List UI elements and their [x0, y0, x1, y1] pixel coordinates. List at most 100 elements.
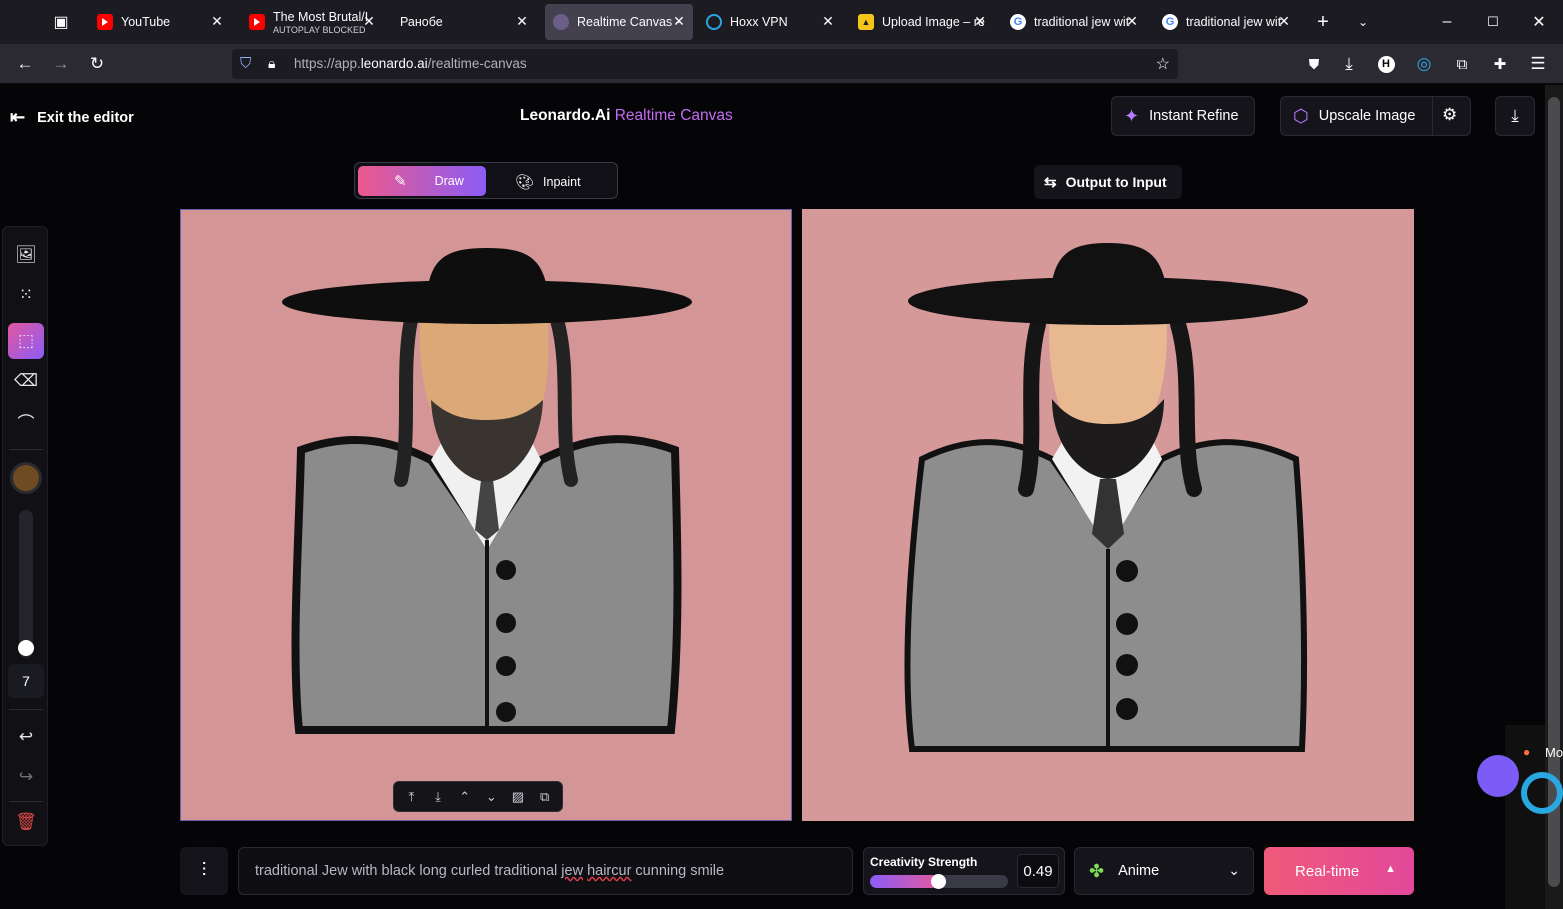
divider	[9, 801, 43, 802]
menu-icon[interactable]: ☰	[1528, 54, 1548, 74]
back-icon[interactable]: ←	[15, 54, 35, 74]
new-tab-icon[interactable]: +	[1313, 11, 1333, 33]
redo-button[interactable]: ↪	[8, 759, 44, 795]
prompt-input[interactable]: traditional Jew with black long curled t…	[238, 847, 853, 895]
browser-tab[interactable]: G traditional jew wit ✕	[1154, 4, 1298, 40]
exit-editor-button[interactable]: ⇤ Exit the editor	[10, 107, 134, 128]
realtime-button[interactable]: Real-time ▲	[1264, 847, 1414, 895]
close-window-icon[interactable]: ✕	[1529, 12, 1549, 32]
output-to-input-button[interactable]: ⇆ Output to Input	[1034, 165, 1182, 199]
undo-icon: ↩	[18, 727, 34, 746]
bring-to-front-icon[interactable]: ⤒	[400, 786, 422, 808]
lock-icon[interactable]: 🔒︎	[268, 55, 275, 72]
downloads-icon[interactable]: ⤓	[1339, 54, 1359, 74]
mode-toggle: ✎ Draw 🎨︎ Inpaint	[354, 162, 618, 199]
send-to-back-icon[interactable]: ⤓	[427, 786, 449, 808]
instant-refine-button[interactable]: ✦ Instant Refine	[1111, 96, 1255, 136]
brush-color-picker[interactable]	[10, 462, 42, 494]
instant-refine-label: Instant Refine	[1149, 108, 1239, 124]
brush-size-slider-thumb[interactable]	[18, 640, 34, 656]
close-tab-icon[interactable]: ✕	[514, 13, 530, 30]
move-up-icon[interactable]: ⌃	[454, 786, 476, 808]
redo-icon: ↪	[18, 767, 34, 786]
browser-tab-active[interactable]: Realtime Canvas - ✕	[545, 4, 693, 40]
creativity-strength-thumb[interactable]	[930, 874, 946, 889]
divider	[9, 709, 43, 710]
url-text[interactable]: https://app.leonardo.ai/realtime-canvas	[294, 56, 527, 71]
inpaint-mode-button[interactable]: 🎨︎ Inpaint	[515, 173, 581, 191]
hoxx-logo-icon[interactable]	[1521, 772, 1563, 814]
close-tab-icon[interactable]: ✕	[1276, 13, 1292, 30]
caret-up-icon[interactable]: ▲	[1385, 863, 1396, 875]
close-tab-icon[interactable]: ✕	[361, 13, 377, 30]
tab-title: YouTube	[121, 15, 171, 29]
puzzle-icon[interactable]: ✚	[1490, 54, 1510, 74]
brush-size-value[interactable]: 7	[8, 664, 44, 698]
browser-tab[interactable]: YouTube ✕	[89, 4, 231, 40]
inpaint-label: Inpaint	[543, 175, 581, 189]
close-tab-icon[interactable]: ✕	[820, 13, 836, 30]
eraser-icon: ⌫	[13, 371, 39, 390]
creativity-strength-fill	[870, 875, 938, 888]
select-tool[interactable]: ⬚	[8, 323, 44, 359]
scrollbar-thumb[interactable]	[1548, 97, 1560, 887]
url-bar[interactable]: ⛉ 🔒︎ https://app.leonardo.ai/realtime-ca…	[232, 49, 1178, 79]
leonardo-app: ⇤ Exit the editor Leonardo.Ai Realtime C…	[0, 85, 1545, 909]
bookmark-star-icon[interactable]: ☆	[1156, 54, 1170, 74]
browser-tab[interactable]: G traditional jew wit ✕	[1002, 4, 1146, 40]
divider	[9, 449, 43, 450]
close-tab-icon[interactable]: ✕	[972, 13, 988, 30]
hatch-icon[interactable]: ▨	[507, 786, 529, 808]
upscale-image-button[interactable]: ⬡ Upscale Image ⚙	[1280, 96, 1471, 136]
list-tabs-icon[interactable]: ⌄	[1353, 12, 1373, 32]
profile-h-icon[interactable]: H	[1376, 54, 1396, 74]
chevron-down-icon: ⌄	[1228, 862, 1240, 878]
tool-sidebar: 🖼︎ ⁙ ⬚ ⌫ ⌒ 7 ↩ ↪ 🗑︎	[2, 226, 48, 846]
tab-title: Realtime Canvas -	[577, 15, 680, 29]
creativity-strength-value[interactable]: 0.49	[1017, 854, 1059, 888]
select-pointer-icon: ⬚	[17, 331, 35, 350]
browser-tab[interactable]: Ранобе ✕	[392, 4, 536, 40]
brush-tool[interactable]: ⌒	[8, 403, 44, 439]
navigation-bar: ← → ↻ ⛉ 🔒︎ https://app.leonardo.ai/realt…	[0, 44, 1563, 84]
draw-icon: ✎	[394, 173, 407, 190]
brush-size-slider[interactable]	[19, 510, 33, 658]
side-popup[interactable]: ● Mo	[1505, 725, 1563, 909]
duplicate-icon[interactable]: ⧉	[534, 786, 556, 808]
hoxx-extension-icon[interactable]: ◎	[1414, 54, 1434, 74]
tab-subtitle: AUTOPLAY BLOCKED	[273, 24, 366, 35]
minimize-icon[interactable]: –	[1437, 12, 1457, 32]
pocket-icon[interactable]: ⛊	[1304, 54, 1324, 74]
browser-tab[interactable]: ▲ Upload Image – re ✕	[850, 4, 994, 40]
chat-support-icon[interactable]	[1477, 755, 1519, 797]
gear-icon[interactable]: ⚙	[1442, 105, 1457, 125]
move-down-icon[interactable]: ⌄	[480, 786, 502, 808]
undo-button[interactable]: ↩	[8, 719, 44, 755]
extensions-icon[interactable]: ⧉	[1452, 54, 1472, 74]
forward-icon[interactable]: →	[51, 54, 71, 74]
tab-title: traditional jew wit	[1186, 15, 1282, 29]
input-canvas[interactable]	[180, 209, 792, 821]
grid-select-tool[interactable]: ⁙	[8, 277, 44, 313]
tab-overview-icon[interactable]: ▣	[51, 12, 71, 32]
add-image-tool[interactable]: 🖼︎	[8, 237, 44, 273]
browser-tab[interactable]: Hoxx VPN ✕	[698, 4, 842, 40]
eraser-tool[interactable]: ⌫	[8, 363, 44, 399]
shield-icon[interactable]: ⛉	[240, 55, 251, 72]
tab-title: traditional jew wit	[1034, 15, 1130, 29]
settings-adjust-button[interactable]: ⫶	[180, 847, 228, 895]
delete-button[interactable]: 🗑︎	[8, 804, 44, 840]
close-tab-icon[interactable]: ✕	[209, 13, 225, 30]
close-tab-icon[interactable]: ✕	[671, 13, 687, 30]
page-title: Leonardo.Ai Realtime Canvas	[520, 107, 733, 125]
palette-icon: 🎨︎	[515, 174, 535, 191]
close-tab-icon[interactable]: ✕	[1124, 13, 1140, 30]
dots-grid-icon: ⁙	[18, 285, 34, 304]
draw-mode-button[interactable]: ✎ Draw	[358, 166, 486, 196]
download-button[interactable]: ⤓	[1495, 96, 1535, 136]
maximize-icon[interactable]: ☐	[1483, 12, 1503, 32]
reload-icon[interactable]: ↻	[87, 54, 107, 74]
browser-tab[interactable]: The Most Brutal/I AUTOPLAY BLOCKED ✕	[241, 4, 383, 40]
upload-icon: ▲	[858, 14, 874, 30]
style-dropdown[interactable]: ✤ Anime ⌄	[1074, 847, 1254, 895]
